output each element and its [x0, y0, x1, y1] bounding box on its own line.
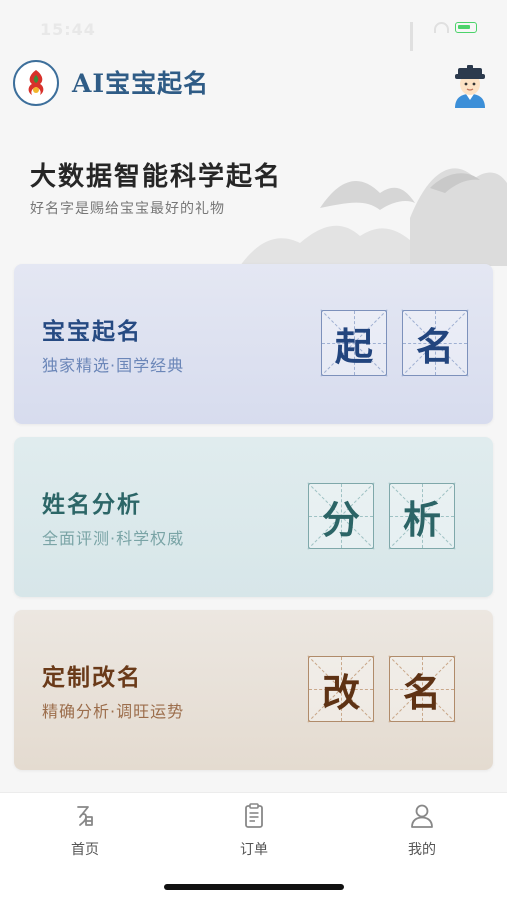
app-header: AI宝宝起名 — [0, 56, 507, 112]
user-icon — [411, 804, 433, 828]
card-title: 宝宝起名 — [42, 319, 142, 345]
grid-char: 分 — [321, 496, 360, 542]
custom-rename-card[interactable]: 定制改名 精确分析·调旺运势 改 名 — [14, 610, 493, 770]
char-grid-box: 名 — [401, 309, 469, 377]
grid-char: 起 — [334, 323, 373, 369]
avatar[interactable] — [449, 62, 491, 108]
char-grid-box: 析 — [388, 482, 456, 550]
wifi-icon — [434, 22, 449, 33]
status-icons — [410, 22, 477, 51]
status-bar: 15:44 — [0, 0, 507, 54]
tab-home[interactable]: 首页 — [35, 801, 135, 865]
home-indicator — [164, 884, 344, 890]
card-subtitle: 全面评测·科学权威 — [42, 529, 185, 548]
tab-orders-label: 订单 — [240, 842, 268, 858]
hero-subtitle: 好名字是赐给宝宝最好的礼物 — [30, 201, 225, 217]
battery-icon — [455, 22, 477, 33]
signal-icon — [410, 22, 428, 51]
card-subtitle: 精确分析·调旺运势 — [42, 702, 185, 721]
grid-char: 名 — [402, 669, 441, 715]
tab-home-label: 首页 — [71, 842, 99, 858]
card-title: 姓名分析 — [42, 492, 142, 518]
clipboard-icon — [245, 803, 263, 828]
home-name-icon — [77, 806, 93, 826]
char-grid-box: 名 — [388, 655, 456, 723]
card-title: 定制改名 — [42, 665, 142, 691]
tab-orders[interactable]: 订单 — [204, 801, 304, 865]
tab-mine-label: 我的 — [408, 842, 436, 858]
hero-banner: 大数据智能科学起名 好名字是赐给宝宝最好的礼物 — [0, 148, 507, 266]
status-time: 15:44 — [40, 20, 96, 39]
app-logo-icon — [13, 60, 59, 106]
hero-title: 大数据智能科学起名 — [30, 162, 283, 192]
char-grid-box: 起 — [320, 309, 388, 377]
app-title: AI宝宝起名 — [72, 69, 210, 98]
baby-naming-card[interactable]: 宝宝起名 独家精选·国学经典 起 名 — [14, 264, 493, 424]
grid-char: 析 — [402, 496, 441, 542]
scholar-avatar-icon — [455, 65, 485, 108]
char-grid-box: 改 — [307, 655, 375, 723]
grid-char: 改 — [321, 669, 360, 715]
name-analysis-card[interactable]: 姓名分析 全面评测·科学权威 分 析 — [14, 437, 493, 597]
char-grid-box: 分 — [307, 482, 375, 550]
grid-char: 名 — [415, 323, 454, 369]
tab-mine[interactable]: 我的 — [372, 801, 472, 865]
card-subtitle: 独家精选·国学经典 — [42, 356, 185, 375]
